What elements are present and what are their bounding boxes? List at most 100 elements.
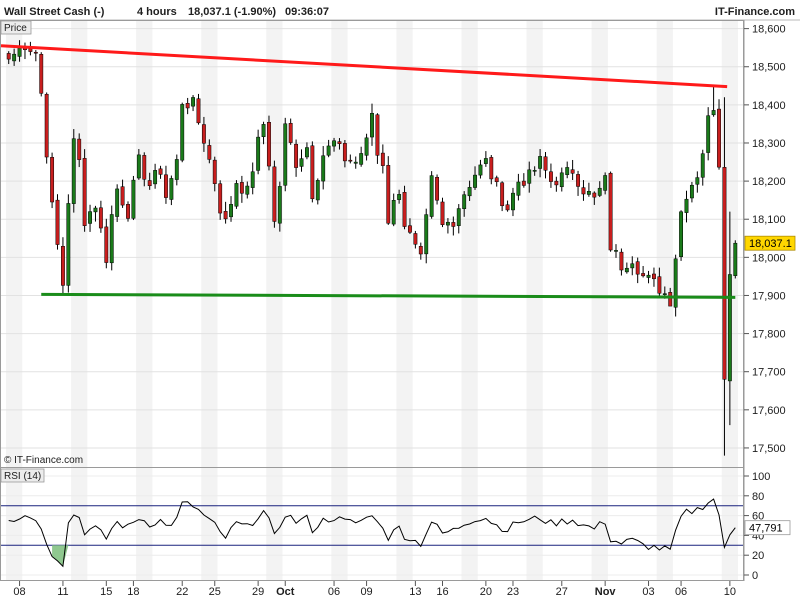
candle-body	[717, 108, 721, 168]
candle-body	[451, 222, 456, 227]
candle-body	[543, 156, 548, 171]
candle-body	[500, 182, 505, 207]
candle	[50, 152, 55, 209]
stripe	[591, 21, 608, 467]
candle	[435, 174, 439, 205]
candle	[673, 254, 678, 317]
candle-body	[359, 153, 364, 165]
rsi-tick-label: 20	[752, 550, 764, 562]
x-tick-label: 13	[409, 586, 421, 598]
candle	[272, 160, 277, 228]
candle-body	[180, 104, 185, 161]
chart-canvas: Wall Street Cash (-) 4 hours 18,037.1 (-…	[0, 0, 800, 600]
candle-body	[592, 192, 597, 198]
candle-body	[33, 51, 38, 54]
candle-body	[673, 258, 678, 308]
candle-body	[565, 167, 570, 175]
stripe	[526, 21, 543, 467]
candle-body	[272, 166, 277, 222]
price-tick-label: 18,400	[752, 100, 786, 112]
candle-body	[608, 172, 613, 251]
candle-body	[277, 186, 282, 224]
x-tick-label: 10	[724, 586, 736, 598]
candle-body	[711, 110, 716, 116]
candle-body	[234, 183, 239, 207]
candle-body	[456, 208, 461, 226]
candle	[267, 115, 271, 171]
candle	[196, 93, 201, 125]
candle-body	[538, 156, 543, 169]
stripe	[396, 21, 413, 467]
candle-body	[657, 276, 662, 294]
candle-body	[109, 214, 114, 264]
candle-body	[147, 180, 152, 187]
candle	[429, 171, 434, 219]
stripe	[461, 21, 478, 467]
candle-body	[342, 143, 347, 162]
price-tick-label: 17,700	[752, 367, 786, 379]
x-tick-label: 29	[252, 586, 264, 598]
stripe	[6, 21, 23, 467]
chart-window: Wall Street Cash (-) 4 hours 18,037.1 (-…	[0, 0, 800, 600]
price-tick-label: 18,300	[752, 138, 786, 150]
candle-body	[71, 138, 76, 204]
price-tick-label: 17,500	[752, 443, 786, 455]
x-tick-label: 06	[328, 586, 340, 598]
candle	[234, 180, 239, 209]
candle-body	[662, 293, 667, 295]
candle-body	[727, 274, 732, 382]
copyright-label: © IT-Finance.com	[4, 455, 83, 466]
candle-body	[88, 211, 92, 224]
candle-body	[581, 187, 586, 195]
candle-body	[429, 175, 434, 217]
candle-body	[305, 147, 309, 158]
candle-body	[386, 165, 391, 224]
stripe	[136, 21, 153, 467]
x-tick-label: 03	[642, 586, 654, 598]
candle-body	[527, 169, 532, 184]
x-tick-label: 18	[127, 586, 139, 598]
candle-body	[619, 251, 624, 271]
x-tick-label: 27	[556, 586, 568, 598]
candle-body	[435, 176, 439, 201]
candle-body	[402, 192, 407, 227]
x-tick-label: 11	[57, 586, 68, 598]
candle	[39, 52, 44, 97]
price-tick-label: 18,000	[752, 252, 786, 264]
candle-body	[505, 204, 510, 211]
candle-body	[494, 177, 499, 183]
x-tick-label: 09	[360, 586, 372, 598]
candle-body	[652, 273, 656, 280]
last-price-value: 18,037.1	[749, 238, 792, 250]
candle-body	[120, 186, 125, 206]
candle-body	[136, 154, 141, 179]
candle	[71, 129, 76, 213]
x-tick-label: 20	[480, 586, 492, 598]
candle-body	[223, 211, 228, 220]
candle	[440, 197, 445, 228]
candle-body	[185, 103, 190, 109]
candle-body	[256, 136, 261, 171]
stripe	[656, 21, 673, 467]
candle-body	[82, 158, 87, 226]
candle	[180, 102, 185, 163]
candle	[126, 201, 130, 222]
candle-body	[55, 199, 60, 245]
candle-body	[597, 187, 602, 196]
price-tick-label: 18,500	[752, 62, 786, 74]
x-tick-label: 22	[176, 586, 188, 598]
candle-body	[462, 194, 467, 209]
stripe	[526, 468, 543, 580]
header-bar	[0, 0, 800, 20]
candle-body	[532, 170, 537, 172]
candle	[283, 117, 288, 192]
candle-body	[6, 53, 11, 60]
candle	[310, 141, 315, 203]
candle-body	[614, 250, 618, 252]
candle-body	[689, 184, 694, 199]
candle-body	[576, 174, 580, 187]
x-tick-label: 08	[13, 586, 25, 598]
candle	[608, 171, 613, 252]
stripe	[71, 21, 88, 467]
candle-body	[310, 145, 315, 200]
